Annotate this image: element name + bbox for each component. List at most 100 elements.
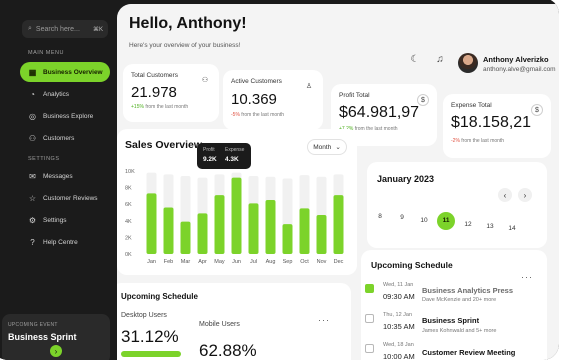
sidebar-item-settings[interactable]: ⚙ Settings [20,210,110,230]
sidebar-item-help-centre[interactable]: ? Help Centre [20,232,110,252]
profit-bar[interactable] [299,208,310,254]
schedule-title: Business Sprint [422,316,480,325]
profit-bar[interactable] [146,193,157,254]
profit-bar[interactable] [197,213,208,254]
x-tick-label: Aug [266,259,276,265]
calendar-title: January 2023 [377,174,435,184]
user-name: Anthony Alverizko [483,55,549,64]
y-tick-label: 8K [125,186,132,192]
x-tick-label: Jun [232,259,241,265]
arrow-right-icon[interactable]: › [50,345,62,357]
x-tick-label: Jul [250,259,257,265]
stat-card-total-customers[interactable]: Total Customers 21.978 +15% from the las… [123,64,219,122]
grid-icon: ▦ [28,67,37,77]
sidebar-item-label: Help Centre [43,238,78,246]
sidebar-item-messages[interactable]: ✉ Messages [20,166,110,186]
profit-bar[interactable] [180,221,191,254]
y-tick-label: 6K [125,202,132,208]
stat-value: $64.981,97 [339,104,420,121]
screenshot-stage: ⌕ Search here... ⌘K MAIN MENU ▦ Business… [0,0,567,360]
chevron-right-icon[interactable]: › [518,188,532,202]
sidebar-item-customers[interactable]: ⚇ Customers [20,128,110,148]
profit-bar[interactable] [231,177,242,254]
sidebar-item-business-overview[interactable]: ▦ Business Overview [20,62,110,82]
sales-overview-card: Sales Overview Month ⌄ 10K 8K 6K 4K 2K 0K Jan F… [117,129,357,275]
schedule-checkbox[interactable] [365,314,374,323]
sidebar-item-analytics[interactable]: ◔ Analytics [20,84,110,104]
tooltip-expense-value: 4.3K [225,156,239,163]
calendar-day[interactable]: 14 [503,225,521,232]
bell-icon[interactable]: ♫ [434,54,446,66]
x-tick-label: Apr [198,259,207,265]
calendar-day[interactable]: 12 [459,221,477,228]
y-tick-label: 0K [125,252,132,258]
x-tick-label: Feb [164,259,173,265]
upcoming-event-card[interactable]: UPCOMING EVENT Business Sprint › [2,314,110,360]
calendar-day[interactable]: 9 [393,214,411,221]
upcoming-event-title: Business Sprint [8,332,77,342]
users-icon: ⚇ [201,77,209,84]
page-subtitle: Here's your overview of your business! [129,42,241,49]
device-usage-card: Upcoming Schedule ··· Desktop Users Mobi… [117,283,351,360]
analytics-icon: ◔ [30,89,35,99]
search-input[interactable]: ⌕ Search here... ⌘K [22,20,108,38]
sidebar: ⌕ Search here... ⌘K MAIN MENU ▦ Business… [0,0,120,360]
mobile-users-label: Mobile Users [199,321,240,328]
mobile-users-value: 62.88% [199,341,257,360]
more-icon[interactable]: ··· [318,315,330,325]
users-icon: ⚇ [28,133,37,143]
x-tick-label: Dec [334,259,344,265]
profit-bar[interactable] [333,195,344,254]
stat-label: Expense Total [451,102,492,109]
profit-bar[interactable] [265,200,276,254]
user-email: anthony.alve@gmail.com [483,66,556,73]
schedule-title: Customer Review Meeting [422,348,516,357]
stat-card-expense-total[interactable]: Expense Total $18.158,21 -2% from the la… [443,94,551,158]
calendar-day[interactable]: 8 [371,213,389,220]
x-tick-label: May [214,259,225,265]
y-tick-label: 4K [125,219,132,225]
x-tick-label: Mar [181,259,191,265]
schedule-checkbox[interactable] [365,344,374,353]
y-tick-label: 2K [125,235,132,241]
desktop-users-bar [121,351,181,357]
settings-heading: SETTINGS [28,156,60,162]
chevron-left-icon[interactable]: ‹ [498,188,512,202]
profit-bar[interactable] [316,214,327,254]
schedule-checkbox[interactable] [365,284,374,293]
sidebar-item-customer-reviews[interactable]: ☆ Customer Reviews [20,188,110,208]
stat-value: $18.158,21 [451,114,532,131]
stat-card-active-customers[interactable]: Active Customers 10.369 -5% from the las… [223,70,323,130]
sidebar-item-business-explore[interactable]: ◎ Business Explore [20,106,110,126]
desktop-users-value: 31.12% [121,327,179,346]
message-icon: ✉ [29,171,36,181]
schedule-sub: Dave McKenzie and 20+ more [422,297,497,303]
avatar[interactable] [458,53,478,73]
help-icon: ? [30,237,35,247]
profit-bar[interactable] [248,203,259,254]
dollar-icon: $ [417,94,429,106]
moon-icon[interactable]: ☾ [409,54,421,66]
stat-change: -5% from the last month [231,112,285,118]
page-title: Hello, Anthony! [129,15,247,32]
profit-bar[interactable] [163,207,174,254]
review-icon: ☆ [28,193,37,203]
y-tick-label: 10K [125,169,135,175]
upcoming-schedule-title: Upcoming Schedule [371,260,453,270]
profit-bar[interactable] [214,195,225,254]
main-menu-heading: MAIN MENU [28,50,64,56]
dollar-icon: $ [531,104,543,116]
search-placeholder: Search here... [35,25,80,33]
upcoming-schedule-card: Upcoming Schedule ··· Wed, 11 Jan 09:30 … [361,250,547,360]
more-icon[interactable]: ··· [521,272,533,282]
calendar-day-selected[interactable]: 11 [437,212,455,230]
profit-bar[interactable] [282,224,293,254]
x-tick-label: Nov [317,259,327,265]
schedule-day: Wed, 18 Jan [383,342,414,348]
stat-value: 10.369 [231,91,277,108]
calendar-day[interactable]: 13 [481,223,499,230]
calendar-day[interactable]: 10 [415,217,433,224]
stat-value: 21.978 [131,84,177,101]
upcoming-event-label: UPCOMING EVENT [8,322,58,328]
schedule-day: Wed, 11 Jan [383,282,414,288]
